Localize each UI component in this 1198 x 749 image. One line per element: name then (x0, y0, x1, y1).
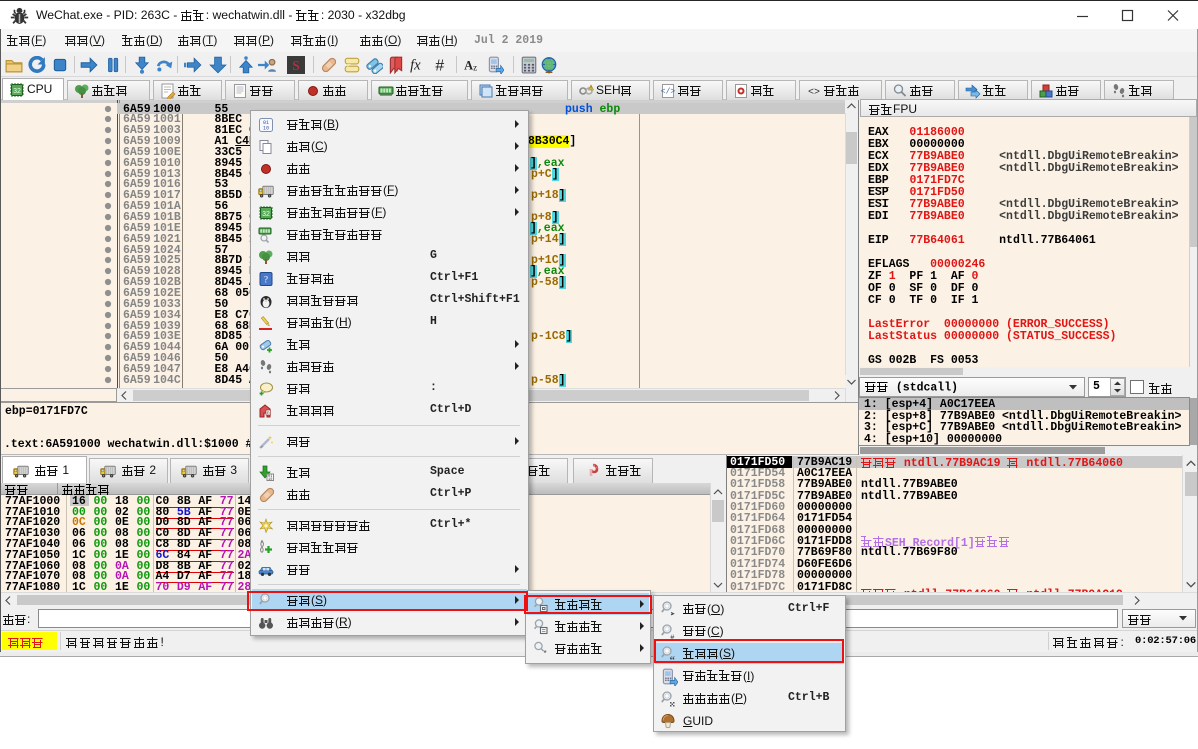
svg-text:<>: <> (808, 87, 820, 98)
svg-text:S: S (292, 58, 300, 73)
svg-text:10: 10 (263, 125, 269, 131)
svg-text:!: ! (590, 85, 591, 90)
svg-text:*: * (543, 649, 546, 657)
svg-text:32: 32 (262, 211, 270, 218)
svg-text:?: ? (264, 274, 268, 284)
svg-text:</>: </> (661, 87, 676, 96)
svg-text:fx: fx (410, 58, 421, 74)
svg-text:#: # (435, 58, 444, 74)
svg-text:A: A (464, 59, 473, 73)
svg-text:10: 10 (268, 478, 272, 481)
svg-text:z: z (473, 63, 477, 73)
svg-text:32: 32 (13, 88, 21, 95)
